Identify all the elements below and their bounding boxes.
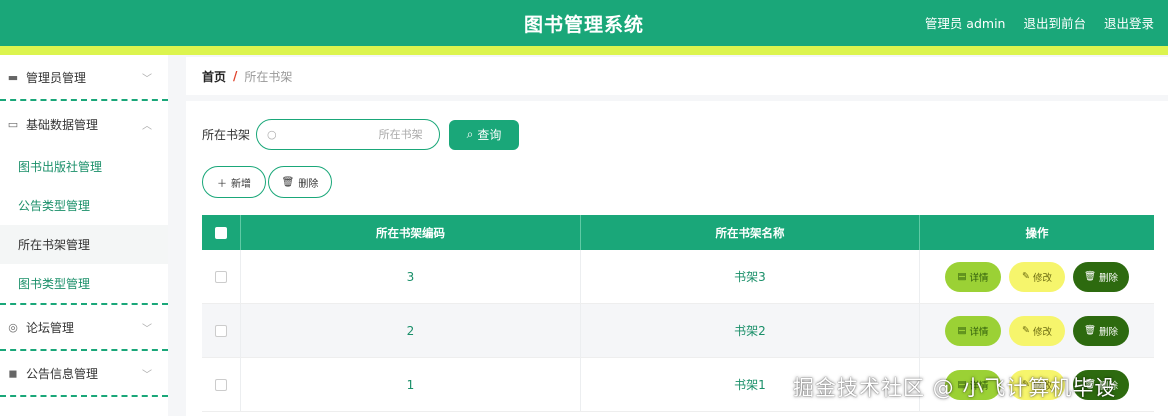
- shelf-name-cell: 书架3: [581, 250, 920, 303]
- delete-label: 删除: [1099, 326, 1119, 338]
- row-checkbox[interactable]: [215, 270, 227, 283]
- search-bar: 所在书架 ○ ⌕ 查询: [202, 119, 520, 150]
- wallet-icon: ◼: [8, 366, 18, 380]
- shelf-code-cell: 2: [241, 304, 581, 357]
- edit-button[interactable]: ✎ 修改: [1009, 315, 1065, 346]
- column-header-ops: 操作: [1025, 225, 1049, 240]
- watermark: 掘金技术社区 @ 小飞计算机毕设: [793, 376, 1117, 400]
- row-actions: ▤ 详情 ✎ 修改 🗑 删除: [920, 250, 1154, 303]
- breadcrumb-home[interactable]: 首页: [202, 68, 226, 85]
- add-button-label: 新增: [231, 178, 251, 190]
- pencil-icon: ✎: [1022, 271, 1030, 282]
- trash-icon: 🗑: [1083, 271, 1097, 282]
- user-card-icon: ▬: [7, 70, 19, 84]
- table-header: 所在书架编码 所在书架名称 操作: [202, 215, 1154, 250]
- edit-label: 修改: [1032, 326, 1052, 338]
- delete-label: 删除: [1099, 272, 1119, 284]
- header-accent-stripe: [0, 46, 1168, 55]
- shelf-code-cell: 1: [241, 358, 581, 411]
- sidebar-item-publisher[interactable]: 图书出版社管理: [0, 147, 168, 186]
- query-button[interactable]: ⌕ 查询: [449, 119, 520, 150]
- trash-icon: 🗑: [1083, 325, 1097, 336]
- breadcrumb-separator: /: [233, 69, 238, 83]
- breadcrumb: 首页 / 所在书架: [186, 57, 1168, 95]
- table-row: 3 书架3 ▤ 详情 ✎ 修改 🗑 删除: [202, 250, 1154, 304]
- data-box-icon: ▭: [7, 117, 19, 131]
- sidebar-item-shelf[interactable]: 所在书架管理: [0, 225, 168, 264]
- top-bar: 图书管理系统 管理员 admin 退出到前台 退出登录: [0, 0, 1168, 46]
- delete-button[interactable]: 🗑 删除: [1073, 315, 1129, 346]
- edit-label: 修改: [1032, 272, 1052, 284]
- chevron-down-icon: ﹀: [142, 323, 152, 335]
- detail-label: 详情: [969, 326, 989, 338]
- shelf-code-cell: 3: [241, 250, 581, 303]
- sidebar-item-book-type[interactable]: 图书类型管理: [0, 264, 168, 303]
- admin-user-label: 管理员 admin: [924, 16, 1006, 31]
- back-to-front-link[interactable]: 退出到前台: [1023, 13, 1086, 32]
- breadcrumb-current: 所在书架: [244, 69, 293, 84]
- top-links: 管理员 admin 退出到前台 退出登录: [925, 13, 1154, 32]
- query-button-label: 查询: [477, 128, 502, 142]
- sidebar: ▬ 管理员管理 ﹀ ▭ 基础数据管理 ︿ 图书出版社管理 公告类型管理 所在书架…: [0, 55, 168, 416]
- plus-icon: ＋: [217, 178, 227, 190]
- document-icon: ▤: [957, 271, 967, 282]
- search-input-wrap[interactable]: ○: [256, 119, 441, 150]
- trash-icon: 🗑: [281, 176, 295, 188]
- row-select-cell: [202, 358, 241, 411]
- search-icon: ⌕: [466, 127, 474, 141]
- chevron-down-icon: ﹀: [142, 369, 152, 381]
- row-select-cell: [202, 250, 241, 303]
- pencil-icon: ✎: [1022, 325, 1030, 336]
- sidebar-group-admin[interactable]: ▬ 管理员管理 ﹀: [0, 55, 168, 101]
- row-checkbox[interactable]: [215, 378, 227, 391]
- detail-button[interactable]: ▤ 详情: [945, 315, 1001, 346]
- batch-delete-button[interactable]: 🗑 删除: [268, 166, 332, 198]
- sidebar-submenu: 图书出版社管理 公告类型管理 所在书架管理 图书类型管理: [0, 147, 168, 305]
- column-header-code[interactable]: 所在书架编码: [241, 215, 581, 250]
- select-all-cell: [202, 215, 241, 250]
- row-actions: ▤ 详情 ✎ 修改 🗑 删除: [920, 304, 1154, 357]
- row-checkbox[interactable]: [215, 324, 227, 337]
- detail-label: 详情: [969, 272, 989, 284]
- document-icon: ▤: [957, 325, 967, 336]
- chevron-down-icon: ﹀: [142, 73, 152, 85]
- table-row: 2 书架2 ▤ 详情 ✎ 修改 🗑 删除: [202, 304, 1154, 358]
- search-icon: ○: [267, 128, 277, 141]
- add-button[interactable]: ＋ 新增: [202, 166, 266, 198]
- sidebar-group-label: 论坛管理: [26, 320, 75, 335]
- detail-button[interactable]: ▤ 详情: [945, 261, 1001, 292]
- sidebar-group-forum[interactable]: ◎ 论坛管理 ﹀: [0, 305, 168, 351]
- sidebar-group-basic-data[interactable]: ▭ 基础数据管理 ︿: [0, 101, 168, 147]
- delete-button[interactable]: 🗑 删除: [1073, 261, 1129, 292]
- chevron-up-icon: ︿: [142, 120, 152, 132]
- main-panel: 所在书架 ○ ⌕ 查询 ＋ 新增 🗑 删除 所在书架编码 所在书架名称 操作 3: [186, 101, 1168, 416]
- delete-button-label: 删除: [298, 178, 319, 190]
- search-input[interactable]: [282, 128, 423, 141]
- shelf-name-cell: 书架2: [581, 304, 920, 357]
- search-label: 所在书架: [202, 128, 251, 142]
- sidebar-item-notice-type[interactable]: 公告类型管理: [0, 186, 168, 225]
- compass-icon: ◎: [8, 320, 18, 334]
- sidebar-group-label: 公告信息管理: [26, 366, 99, 381]
- toolbar: ＋ 新增 🗑 删除: [202, 166, 332, 198]
- select-all-checkbox[interactable]: [215, 226, 227, 239]
- sidebar-group-label: 基础数据管理: [26, 117, 99, 132]
- logout-link[interactable]: 退出登录: [1104, 13, 1154, 32]
- column-header-name[interactable]: 所在书架名称: [581, 215, 920, 250]
- row-select-cell: [202, 304, 241, 357]
- edit-button[interactable]: ✎ 修改: [1009, 261, 1065, 292]
- sidebar-group-label: 管理员管理: [26, 70, 87, 85]
- sidebar-group-notice-info[interactable]: ◼ 公告信息管理 ﹀: [0, 351, 168, 397]
